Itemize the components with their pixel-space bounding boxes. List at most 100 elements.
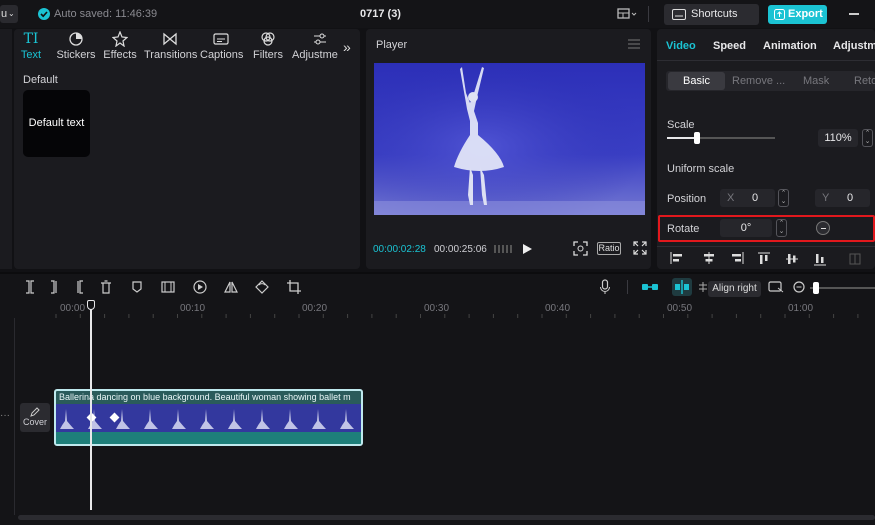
playhead-handle[interactable] [87,300,95,310]
tab-adjustment-inspector[interactable]: Adjustm [833,40,875,52]
divider [627,280,628,294]
clip-title: Ballerina dancing on blue background. Be… [59,392,351,402]
x-value: 0 [752,192,759,204]
main-menu-button[interactable]: u ⌄ [0,5,18,23]
ballerina-image [374,63,645,215]
more-tabs-icon[interactable]: » [343,39,351,55]
sticker-icon [68,31,84,47]
effects-icon [112,31,128,47]
tab-animation[interactable]: Animation [763,40,817,52]
split-icon[interactable] [24,280,36,294]
layout-icon[interactable] [617,8,637,20]
tab-label: Effects [103,49,137,61]
divider [648,6,649,22]
align-center-h-icon[interactable] [702,252,716,264]
zoom-slider[interactable] [810,282,875,294]
project-title: 0717 (3) [360,8,401,20]
snap-icon [675,280,689,294]
left-rail [0,29,12,269]
video-preview[interactable] [374,63,645,215]
tab-label: Text [20,49,42,61]
rotate-clip-icon[interactable] [255,280,269,294]
rotate-highlight-box [658,215,875,242]
cover-label: Cover [22,417,47,427]
scale-field[interactable]: 110% [818,129,858,147]
tab-speed[interactable]: Speed [713,40,746,52]
subtab-mask[interactable]: Mask [803,75,829,87]
cover-button[interactable]: Cover [20,403,50,432]
default-text-card[interactable]: Default text [23,90,90,157]
subtab-remove[interactable]: Remove ... [732,75,785,87]
edit-icon [20,407,50,417]
shortcuts-label: Shortcuts [691,8,738,20]
adjust-icon [312,31,328,47]
fullscreen-icon[interactable] [633,241,647,255]
text-icon: TI [23,31,39,47]
align-right-icon[interactable] [730,252,744,264]
scale-slider-thumb[interactable] [694,132,701,144]
zoom-slider-thumb[interactable] [813,282,819,294]
horizontal-scrollbar[interactable] [18,515,875,520]
tab-filters[interactable]: Filters [251,31,285,61]
tab-stickers[interactable]: Stickers [56,31,96,61]
export-button[interactable]: Export [768,5,827,24]
microphone-icon[interactable] [599,279,611,295]
tab-label: Filters [253,49,283,61]
tab-label: Stickers [56,49,96,61]
preview-axis-icon[interactable] [698,281,708,293]
scale-stepper[interactable]: ⌃ ⌄ [862,129,873,147]
play-icon[interactable] [522,243,533,255]
tab-label: Transitions [144,49,198,61]
track-more-icon[interactable]: ··· [0,410,10,421]
mirror-icon[interactable] [224,280,238,294]
captions-icon [213,31,229,47]
tab-label: Adjustme [292,49,338,61]
snap-button[interactable] [672,278,692,296]
freeze-icon[interactable] [161,280,175,294]
delete-icon[interactable] [100,280,112,294]
check-icon [38,8,50,20]
tab-text[interactable]: TI Text [20,31,42,61]
tab-adjustment[interactable]: Adjustme [292,31,338,61]
autosave-status: Auto saved: 11:46:39 [54,8,158,20]
scale-slider-fill [667,137,698,139]
playhead[interactable] [90,300,92,510]
subtab-basic[interactable]: Basic [668,72,725,90]
align-center-v-icon[interactable] [786,252,798,266]
reverse-icon[interactable] [193,280,207,294]
position-y-field[interactable]: Y 0 [815,189,870,207]
keyboard-icon [672,9,686,20]
waveform-icon[interactable] [494,243,512,255]
minimize-icon[interactable] [849,13,859,15]
align-left-icon[interactable] [670,252,684,264]
split-right-icon[interactable] [73,280,85,294]
tab-captions[interactable]: Captions [200,31,243,61]
shortcuts-button[interactable]: Shortcuts [664,4,759,25]
align-right-tooltip: Align right [708,281,761,297]
marker-icon[interactable] [131,280,143,294]
tab-effects[interactable]: Effects [103,31,137,61]
main-menu-label: u [1,8,8,20]
filters-icon [260,31,276,47]
total-time: 00:00:25:06 [434,244,487,255]
fit-screen-icon[interactable] [573,241,588,256]
crop-icon[interactable] [287,280,301,294]
link-icon[interactable] [641,281,659,293]
position-x-field[interactable]: X 0 [720,189,775,207]
split-left-icon[interactable] [49,280,61,294]
current-time: 00:00:02:28 [373,244,426,255]
align-top-icon[interactable] [758,252,770,266]
distribute-icon[interactable] [849,252,861,266]
scale-slider[interactable] [667,132,775,144]
subtab-retouch[interactable]: Reto [854,75,875,87]
zoom-out-icon[interactable] [793,281,805,293]
y-value: 0 [847,192,854,204]
align-bottom-icon[interactable] [814,252,826,266]
ratio-button[interactable]: Ratio [597,242,621,255]
tab-transitions[interactable]: Transitions [144,31,198,61]
track-header-divider [14,318,15,515]
tab-video[interactable]: Video [666,40,696,52]
captions-track-icon[interactable] [768,281,784,293]
position-x-stepper[interactable]: ⌃ ⌄ [778,189,789,207]
player-menu-icon[interactable] [628,39,640,49]
